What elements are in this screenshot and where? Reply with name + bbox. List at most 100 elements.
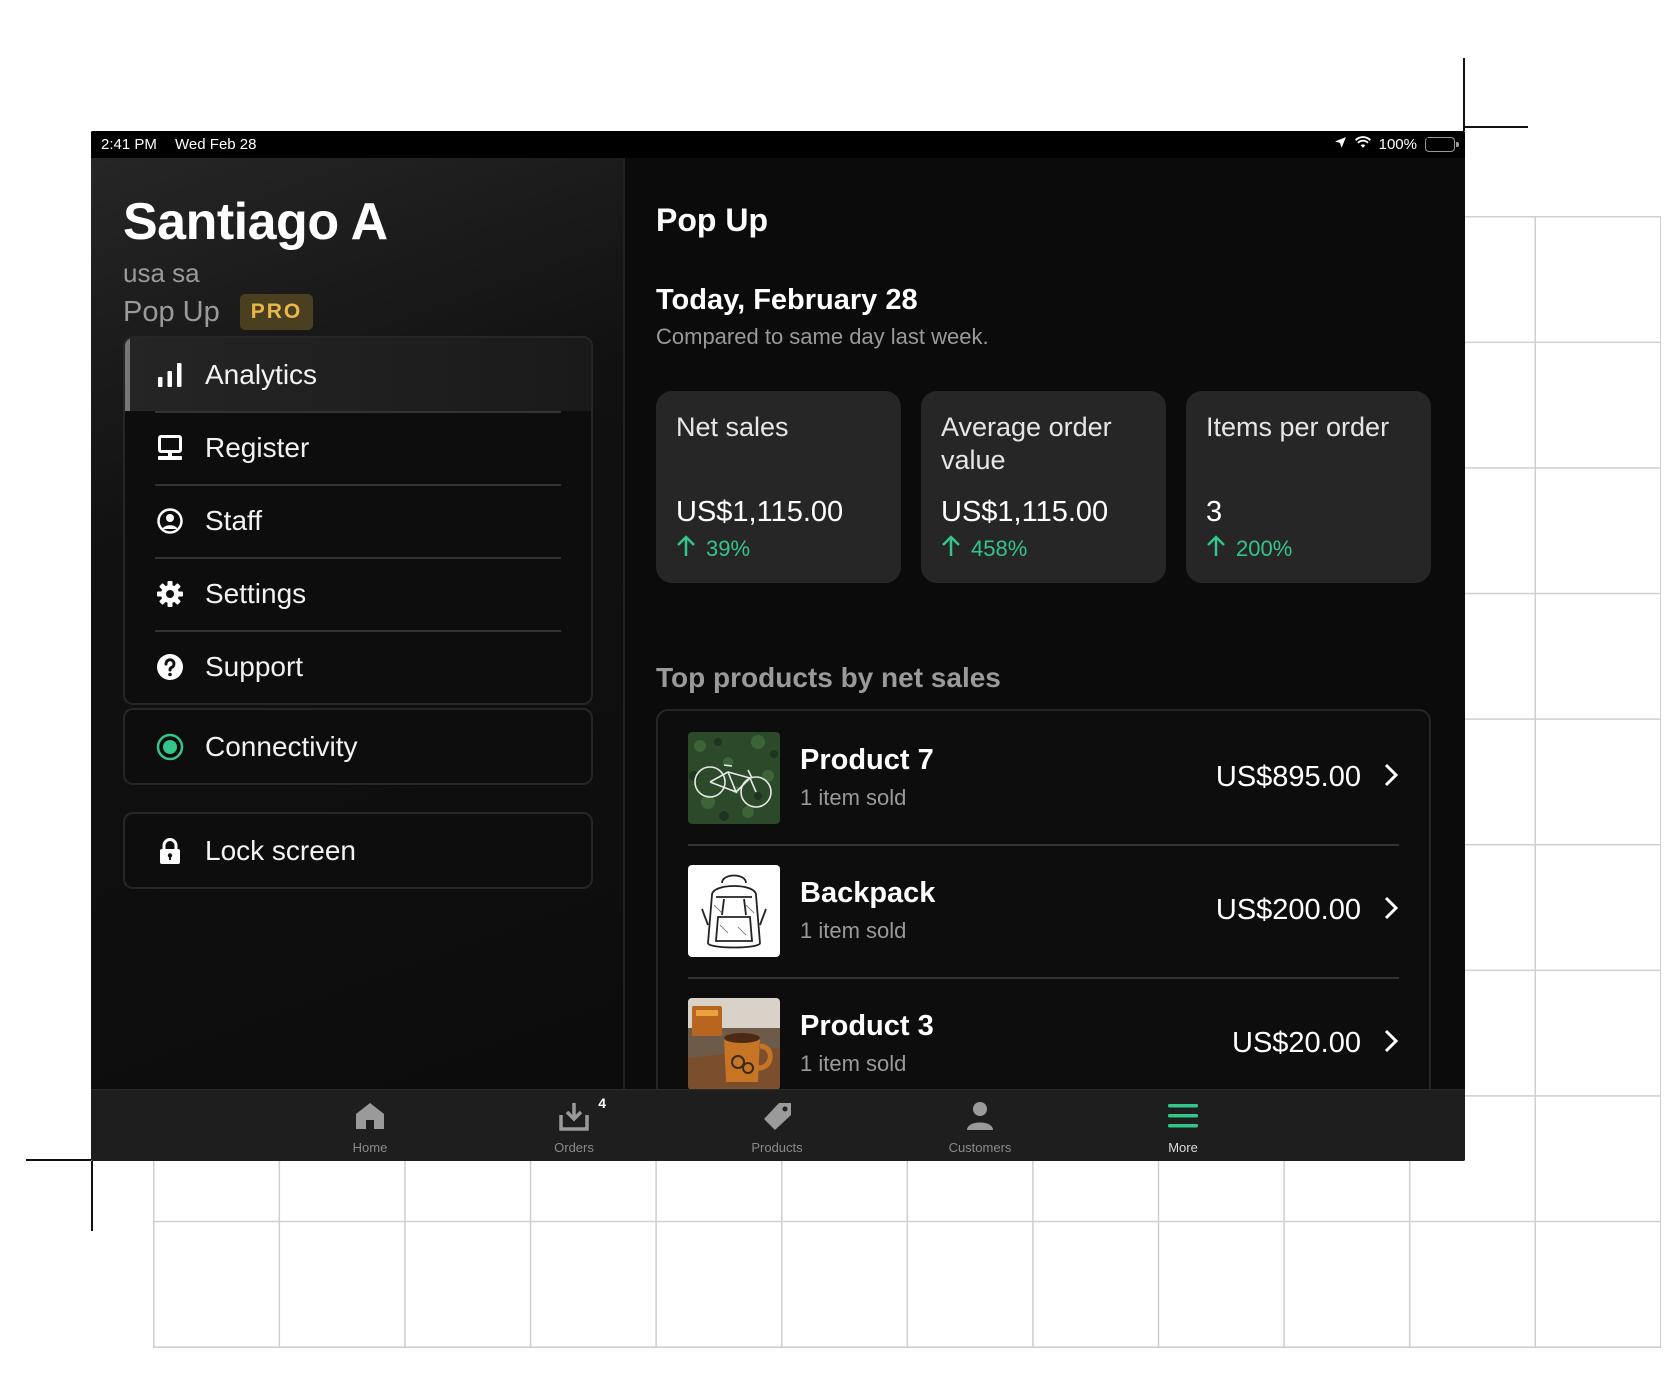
stat-card-delta: 200% [1206, 535, 1292, 563]
crop-mark [26, 1159, 91, 1161]
stat-card-title: Items per order [1206, 412, 1390, 442]
sidebar-item-support[interactable]: Support [125, 630, 591, 703]
pro-badge: PRO [239, 294, 314, 330]
bar-chart-icon [155, 360, 185, 390]
chevron-right-icon [1383, 1028, 1399, 1059]
status-date: Wed Feb 28 [175, 136, 257, 153]
person-icon [964, 1098, 996, 1134]
product-info: Product 7 1 item sold [800, 744, 1216, 811]
sidebar-item-label: Register [205, 431, 310, 463]
product-name: Product 7 [800, 744, 934, 776]
product-row[interactable]: Product 3 1 item sold US$20.00 [658, 977, 1429, 1089]
sidebar-item-settings[interactable]: Settings [125, 557, 591, 630]
tab-more[interactable]: More [1123, 1098, 1243, 1155]
stat-cards: Net sales US$1,115.00 39% Average order … [656, 391, 1431, 583]
page-title: Pop Up [656, 202, 768, 238]
product-name: Backpack [800, 877, 936, 909]
lock-screen-box: Lock screen [123, 812, 593, 889]
product-price: US$200.00 [1215, 894, 1361, 926]
stat-card-value: 3 [1206, 496, 1223, 528]
connectivity-label: Connectivity [205, 730, 358, 762]
arrow-up-icon [941, 535, 961, 563]
status-right: 100% ⚡ [1334, 134, 1459, 153]
sidebar-item-staff[interactable]: Staff [125, 484, 591, 557]
product-price: US$895.00 [1215, 761, 1361, 793]
menu-icon [1167, 1098, 1199, 1134]
tab-products[interactable]: Products [717, 1098, 837, 1155]
stage: 2:41 PM Wed Feb 28 100% ⚡ Santiago A usa… [0, 0, 1680, 1400]
user-name: Santiago A [123, 193, 388, 251]
product-info: Product 3 1 item sold [800, 1010, 1232, 1077]
stat-card-delta: 458% [941, 535, 1027, 563]
register-icon [155, 433, 185, 463]
tablet-screen: 2:41 PM Wed Feb 28 100% ⚡ Santiago A usa… [91, 131, 1465, 1161]
crop-mark [91, 1161, 93, 1231]
crop-mark [1465, 126, 1528, 128]
status-bar: 2:41 PM Wed Feb 28 100% ⚡ [91, 131, 1465, 158]
store-name: Pop Up [123, 295, 220, 328]
sidebar-menu: Analytics Register Staff Settings Suppor… [123, 336, 593, 705]
battery-percent: 100% [1378, 136, 1417, 153]
chevron-right-icon [1383, 895, 1399, 926]
product-thumbnail-mug [688, 997, 780, 1089]
stat-card-average-order-value[interactable]: Average order value US$1,115.00 458% [921, 391, 1166, 583]
sidebar-item-label: Settings [205, 577, 307, 609]
orders-icon: 4 [558, 1095, 606, 1134]
status-time: 2:41 PM [101, 136, 157, 153]
stat-card-items-per-order[interactable]: Items per order 3 200% [1186, 391, 1431, 583]
product-info: Backpack 1 item sold [800, 877, 1216, 944]
connected-status-icon [155, 732, 185, 762]
tab-customers[interactable]: Customers [920, 1098, 1040, 1155]
tab-orders[interactable]: 4 Orders [514, 1095, 634, 1155]
lock-screen-button[interactable]: Lock screen [125, 814, 591, 887]
date-subtitle: Compared to same day last week. [656, 324, 989, 349]
location-icon [1334, 136, 1347, 153]
stat-card-value: US$1,115.00 [676, 496, 844, 528]
wifi-icon [1354, 136, 1371, 153]
tab-label: Customers [948, 1140, 1012, 1155]
top-products-list: Product 7 1 item sold US$895.00 Backpack… [656, 709, 1431, 1089]
stat-card-delta-value: 200% [1236, 536, 1293, 561]
staff-icon [155, 506, 185, 536]
product-row[interactable]: Backpack 1 item sold US$200.00 [658, 844, 1429, 977]
product-thumbnail-backpack [688, 864, 780, 957]
crop-mark [1463, 58, 1465, 131]
connectivity-box: Connectivity [123, 708, 593, 785]
tag-icon [761, 1098, 793, 1134]
tab-bar: Home 4 Orders Products Customers More [91, 1089, 1465, 1161]
stat-card-value: US$1,115.00 [941, 496, 1109, 528]
store-row: Pop Up PRO [123, 294, 314, 330]
sidebar-item-analytics[interactable]: Analytics [125, 338, 591, 411]
sidebar: Santiago A usa sa Pop Up PRO Analytics R… [91, 158, 623, 1089]
sidebar-item-register[interactable]: Register [125, 411, 591, 484]
product-sold-count: 1 item sold [800, 785, 907, 810]
sidebar-item-label: Support [205, 650, 304, 682]
gear-icon [155, 579, 185, 609]
sidebar-item-label: Staff [205, 504, 263, 536]
product-price: US$20.00 [1232, 1027, 1361, 1059]
home-icon [354, 1098, 386, 1134]
product-name: Product 3 [800, 1010, 934, 1042]
tab-label: Products [751, 1140, 803, 1155]
tab-home[interactable]: Home [310, 1098, 430, 1155]
section-title: Top products by net sales [656, 662, 1001, 693]
stat-card-delta-value: 458% [971, 536, 1028, 561]
connectivity-button[interactable]: Connectivity [125, 710, 591, 783]
sidebar-item-label: Analytics [205, 358, 318, 390]
product-sold-count: 1 item sold [800, 1051, 907, 1076]
date-title: Today, February 28 [656, 284, 918, 316]
tab-label: Home [352, 1140, 388, 1155]
lock-icon [155, 836, 185, 866]
chevron-right-icon [1383, 762, 1399, 793]
main-panel: Pop Up Today, February 28 Compared to sa… [625, 158, 1465, 1089]
stat-card-title: Average order value [941, 412, 1112, 475]
stat-card-delta-value: 39% [706, 536, 751, 561]
stat-card-title: Net sales [676, 412, 789, 442]
help-icon [155, 652, 185, 682]
arrow-up-icon [676, 535, 696, 563]
product-thumbnail-bicycle [688, 731, 780, 824]
arrow-up-icon [1206, 535, 1226, 563]
product-sold-count: 1 item sold [800, 918, 907, 943]
stat-card-net-sales[interactable]: Net sales US$1,115.00 39% [656, 391, 901, 583]
product-row[interactable]: Product 7 1 item sold US$895.00 [658, 711, 1429, 844]
